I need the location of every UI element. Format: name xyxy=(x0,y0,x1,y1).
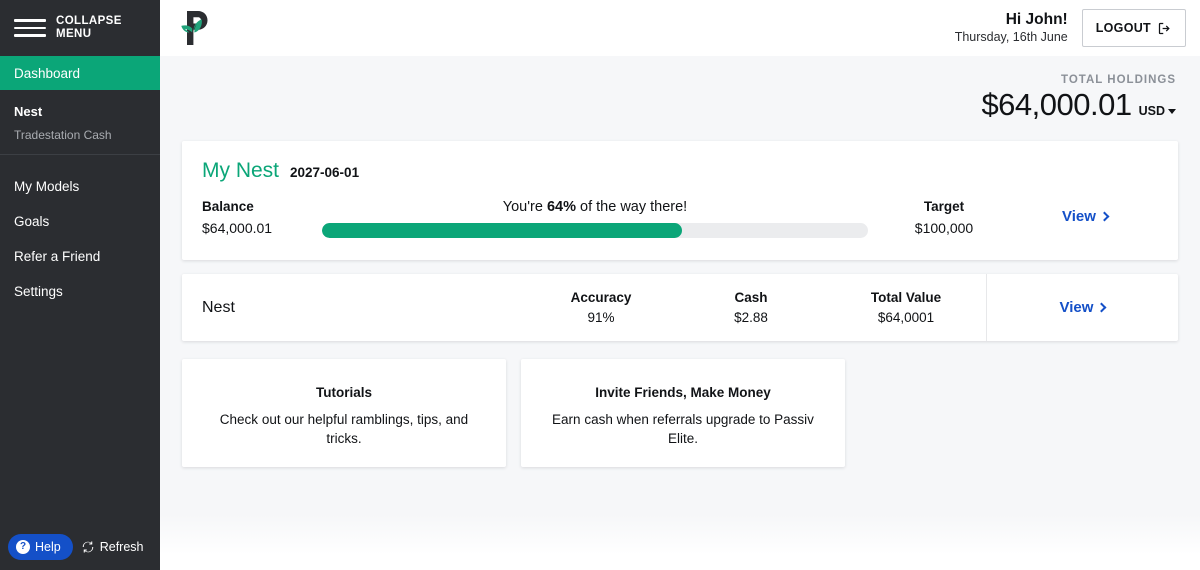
metric-cash: Cash $2.88 xyxy=(676,290,826,325)
dashboard-page: COLLAPSE MENU Dashboard Nest Tradestatio… xyxy=(0,0,1200,570)
sidebar-nav: My Models Goals Refer a Friend Settings xyxy=(0,155,160,309)
passiv-logo-icon[interactable] xyxy=(178,8,212,48)
goal-progress-block: You're 64% of the way there! xyxy=(322,199,874,238)
sidebar-item-dashboard[interactable]: Dashboard xyxy=(0,56,160,90)
metric-total-value: Total Value $64,0001 xyxy=(826,290,986,325)
promo-cards: Tutorials Check out our helpful rambling… xyxy=(182,359,1178,467)
currency-selector[interactable]: USD xyxy=(1139,104,1176,118)
refresh-button-label: Refresh xyxy=(99,540,144,554)
metric-cash-label: Cash xyxy=(734,290,768,305)
goal-progress-suffix: of the way there! xyxy=(575,199,688,215)
account-card-metrics: Accuracy 91% Cash $2.88 Total Value $64,… xyxy=(526,274,986,341)
chevron-right-icon xyxy=(1097,302,1107,313)
metric-cash-value: $2.88 xyxy=(734,310,768,325)
logout-button[interactable]: LOGOUT xyxy=(1081,9,1186,47)
sidebar-account-group: Nest Tradestation Cash xyxy=(0,90,160,154)
sidebar-item-refer-a-friend[interactable]: Refer a Friend xyxy=(0,239,160,274)
metric-total-value-label: Total Value xyxy=(870,290,942,305)
account-view-cell: View xyxy=(986,274,1178,341)
goal-progress-caption: You're 64% of the way there! xyxy=(322,199,868,215)
greeting-text: Hi John! xyxy=(1005,11,1068,28)
total-holdings-amount: $64,000.01 xyxy=(981,87,1132,122)
sidebar-item-my-models[interactable]: My Models xyxy=(0,169,160,204)
collapse-menu-label: COLLAPSE MENU xyxy=(56,15,122,41)
logout-button-label: LOGOUT xyxy=(1095,21,1151,35)
goal-target-label: Target xyxy=(923,199,965,214)
hamburger-icon xyxy=(14,19,46,37)
sidebar-item-settings[interactable]: Settings xyxy=(0,274,160,309)
goal-title[interactable]: My Nest xyxy=(202,159,279,183)
goal-card-body: Balance $64,000.01 You're 64% of the way… xyxy=(202,199,1156,238)
promo-invite-description: Earn cash when referrals upgrade to Pass… xyxy=(552,412,814,446)
total-holdings: TOTAL HOLDINGS $64,000.01 USD xyxy=(182,56,1178,123)
currency-label: USD xyxy=(1138,104,1165,118)
goal-balance-value: $64,000.01 xyxy=(202,220,273,236)
content-area: TOTAL HOLDINGS $64,000.01 USD My Nest 20… xyxy=(160,56,1200,467)
passiv-logo-svg xyxy=(181,11,208,45)
goal-target-value: $100,000 xyxy=(914,220,974,236)
account-card: Nest Accuracy 91% Cash $2.88 Total Value… xyxy=(182,274,1178,341)
total-holdings-amount-row: $64,000.01 USD xyxy=(182,87,1176,123)
goal-progress-bar xyxy=(322,223,868,238)
total-holdings-label: TOTAL HOLDINGS xyxy=(1061,74,1176,86)
promo-tutorials-description: Check out our helpful ramblings, tips, a… xyxy=(219,412,469,446)
metric-accuracy-label: Accuracy xyxy=(570,290,632,305)
promo-card-invite-friends[interactable]: Invite Friends, Make Money Earn cash whe… xyxy=(521,359,845,467)
metric-total-value-value: $64,0001 xyxy=(877,310,935,325)
account-card-name[interactable]: Nest xyxy=(202,299,235,317)
metric-accuracy-value: 91% xyxy=(587,310,615,325)
chevron-right-icon xyxy=(1099,211,1110,222)
goal-target-block: Target $100,000 xyxy=(874,199,1014,236)
sidebar-item-goals[interactable]: Goals xyxy=(0,204,160,239)
help-button[interactable]: ? Help xyxy=(8,534,73,560)
goal-card: My Nest 2027-06-01 Balance $64,000.01 Yo… xyxy=(182,141,1178,260)
account-view-label: View xyxy=(1059,299,1094,316)
top-header: Hi John! Thursday, 16th June LOGOUT xyxy=(160,0,1200,56)
goal-progress-percent: 64% xyxy=(546,199,576,215)
collapse-menu-label-line2: MENU xyxy=(56,28,92,40)
main-content: Hi John! Thursday, 16th June LOGOUT TOTA… xyxy=(160,0,1200,570)
promo-tutorials-title: Tutorials xyxy=(315,385,372,400)
metric-accuracy: Accuracy 91% xyxy=(526,290,676,325)
question-mark-icon: ? xyxy=(16,540,30,554)
bottom-fade-overlay xyxy=(160,514,1200,570)
sidebar-footer: ? Help Refresh xyxy=(0,534,160,560)
logout-icon xyxy=(1158,22,1170,34)
goal-card-header: My Nest 2027-06-01 xyxy=(202,159,1156,183)
help-button-label: Help xyxy=(35,540,61,554)
goal-target-date: 2027-06-01 xyxy=(290,165,360,180)
collapse-menu-button[interactable]: COLLAPSE MENU xyxy=(0,0,160,56)
goal-balance-label: Balance xyxy=(202,199,254,214)
greeting-block: Hi John! Thursday, 16th June xyxy=(955,11,1068,45)
header-right: Hi John! Thursday, 16th June LOGOUT xyxy=(955,9,1186,47)
goal-progress-bar-fill xyxy=(322,223,683,238)
sidebar-account-name[interactable]: Nest xyxy=(14,104,160,119)
account-view-link[interactable]: View xyxy=(1059,299,1107,316)
account-card-name-cell: Nest xyxy=(182,274,526,341)
goal-progress-prefix: You're xyxy=(502,199,547,215)
goal-view-cell: View xyxy=(1014,199,1156,225)
current-date: Thursday, 16th June xyxy=(954,30,1068,44)
chevron-down-icon xyxy=(1168,108,1176,114)
refresh-icon xyxy=(82,541,93,553)
promo-card-tutorials[interactable]: Tutorials Check out our helpful rambling… xyxy=(182,359,506,467)
sidebar-account-subtitle[interactable]: Tradestation Cash xyxy=(14,128,160,142)
sidebar-item-dashboard-label: Dashboard xyxy=(14,65,81,81)
goal-view-label: View xyxy=(1062,208,1096,225)
goal-balance-block: Balance $64,000.01 xyxy=(202,199,322,236)
promo-invite-title: Invite Friends, Make Money xyxy=(595,385,771,400)
goal-view-link[interactable]: View xyxy=(1062,208,1110,225)
refresh-button[interactable]: Refresh xyxy=(81,540,144,554)
sidebar: COLLAPSE MENU Dashboard Nest Tradestatio… xyxy=(0,0,160,570)
collapse-menu-label-line1: COLLAPSE xyxy=(56,15,122,27)
